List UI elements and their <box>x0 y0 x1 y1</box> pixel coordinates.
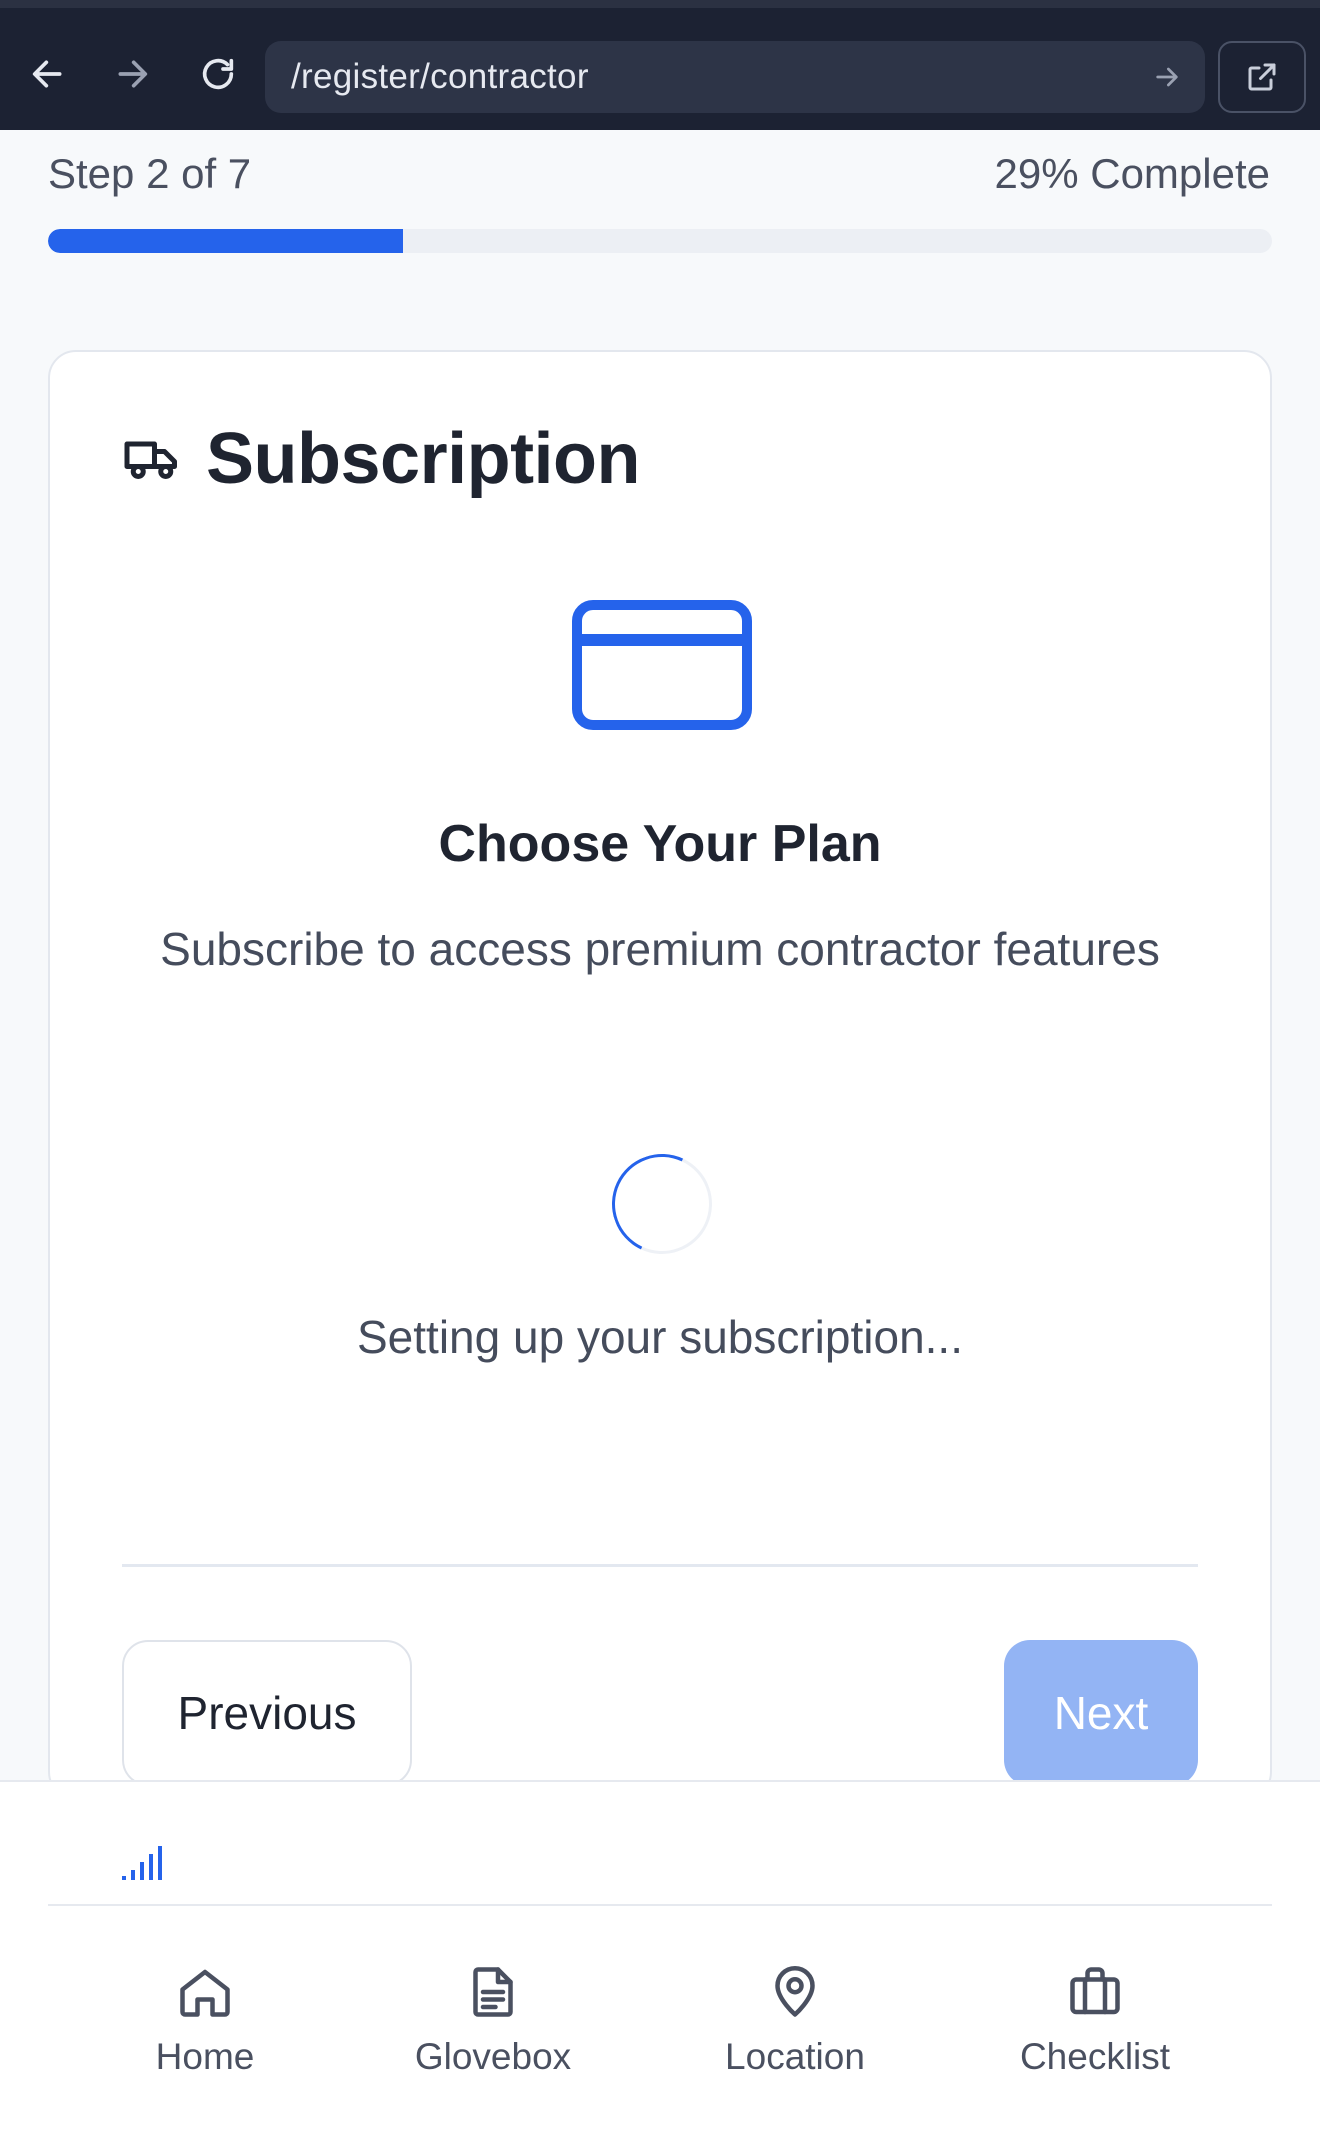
nav-label-home: Home <box>155 2036 255 2077</box>
map-pin-icon <box>775 1966 815 2017</box>
plan-subheading: Subscribe to access premium contractor f… <box>160 923 1160 975</box>
step-indicator: Step 2 of 7 <box>48 150 252 197</box>
nav-item-glovebox[interactable]: Glovebox <box>363 1962 623 2078</box>
loading-text: Setting up your subscription... <box>357 1311 963 1363</box>
reload-icon <box>202 58 234 90</box>
plan-heading: Choose Your Plan <box>438 815 882 873</box>
bottom-navigation: Home Glovebox Location Checklist <box>0 1780 1320 2145</box>
nav-label-location: Location <box>725 2036 865 2077</box>
arrow-left-icon <box>32 60 62 88</box>
nav-label-checklist: Checklist <box>1019 2036 1171 2077</box>
previous-button[interactable]: Previous <box>122 1640 412 1786</box>
arrow-right-icon <box>1156 67 1178 87</box>
briefcase-icon <box>1070 1967 1120 2015</box>
external-link-icon <box>1248 63 1276 91</box>
home-icon <box>180 1969 230 2017</box>
next-button[interactable]: Next <box>1004 1640 1198 1786</box>
card-title: Subscription <box>206 419 641 499</box>
subscription-card: Subscription Choose Your Plan Subscribe … <box>48 350 1272 1800</box>
reload-button[interactable] <box>188 44 248 104</box>
credit-card-icon <box>572 600 752 730</box>
document-icon <box>473 1967 513 2017</box>
go-button[interactable] <box>1147 57 1187 97</box>
open-external-button[interactable] <box>1218 41 1306 113</box>
forward-button[interactable] <box>102 44 162 104</box>
loading-spinner <box>597 1139 727 1269</box>
nav-item-location[interactable]: Location <box>665 1962 925 2078</box>
bottom-divider <box>48 1904 1272 1906</box>
percent-complete: 29% Complete <box>994 150 1270 197</box>
nav-label-glovebox: Glovebox <box>414 2036 572 2077</box>
progress-fill <box>48 229 403 253</box>
address-bar[interactable]: /register/contractor <box>265 41 1205 113</box>
progress-bar <box>48 229 1272 253</box>
arrow-right-icon <box>118 60 148 88</box>
card-divider <box>122 1564 1198 1567</box>
nav-item-checklist[interactable]: Checklist <box>965 1962 1225 2078</box>
truck-icon <box>124 441 177 479</box>
url-text: /register/contractor <box>291 57 589 96</box>
nav-item-home[interactable]: Home <box>75 1962 335 2078</box>
signal-bars-icon <box>122 1846 162 1880</box>
card-header: Subscription <box>122 418 641 500</box>
back-button[interactable] <box>18 44 78 104</box>
browser-toolbar: /register/contractor <box>0 0 1320 130</box>
